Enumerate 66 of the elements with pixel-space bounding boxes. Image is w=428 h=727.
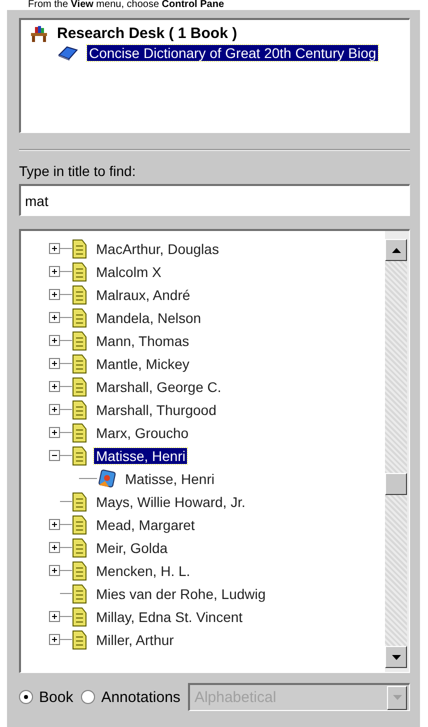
expand-icon[interactable] xyxy=(49,358,60,369)
tree-item[interactable]: Marshall, Thurgood xyxy=(94,402,218,418)
tree-item[interactable]: Malcolm X xyxy=(94,264,164,280)
expand-icon[interactable] xyxy=(49,289,60,300)
document-icon xyxy=(72,514,88,534)
tree-item[interactable]: Miller, Arthur xyxy=(94,632,176,648)
document-icon xyxy=(72,262,88,282)
tree-item[interactable]: Meir, Golda xyxy=(94,540,170,556)
expand-icon[interactable] xyxy=(49,312,60,323)
expand-icon[interactable] xyxy=(49,335,60,346)
document-icon xyxy=(72,376,88,396)
tree-item[interactable]: Mantle, Mickey xyxy=(94,356,192,372)
scroll-down-button[interactable] xyxy=(385,646,407,668)
document-icon xyxy=(72,422,88,442)
document-icon xyxy=(72,446,88,466)
tree-item[interactable]: Mandela, Nelson xyxy=(94,310,204,326)
tree-item[interactable]: Malraux, André xyxy=(94,286,192,302)
tree-item[interactable]: Millay, Edna St. Vincent xyxy=(94,608,245,624)
tree-item[interactable]: Mies van der Rohe, Ludwig xyxy=(94,586,268,602)
tree-item[interactable]: Marshall, George C. xyxy=(94,378,224,394)
document-icon xyxy=(72,538,88,558)
tree-item[interactable]: Matisse, Henri xyxy=(123,470,216,486)
book-item[interactable]: Concise Dictionary of Great 20th Century Biog xyxy=(87,44,378,60)
document-icon xyxy=(72,238,88,258)
document-icon xyxy=(72,630,88,650)
desk-title[interactable]: Research Desk ( 1 Book ) xyxy=(57,25,238,42)
search-field[interactable]: mat xyxy=(19,184,410,216)
scroll-thumb[interactable] xyxy=(385,473,407,495)
document-icon xyxy=(72,606,88,626)
expand-icon[interactable] xyxy=(49,542,60,553)
tree-item[interactable]: Mencken, H. L. xyxy=(94,562,192,578)
tree-item[interactable]: Matisse, Henri xyxy=(94,448,188,464)
view-radio[interactable]: Annotations xyxy=(81,688,180,706)
expand-icon[interactable] xyxy=(49,565,60,576)
document-icon xyxy=(72,308,88,328)
up-arrow-icon xyxy=(392,248,400,252)
instruction-text: From the View menu, choose Control Pane xyxy=(27,0,226,10)
book-icon xyxy=(57,44,79,60)
document-icon xyxy=(72,492,88,512)
document-icon xyxy=(72,330,88,350)
expand-icon[interactable] xyxy=(49,266,60,277)
caret-icon xyxy=(392,695,402,700)
expand-icon[interactable] xyxy=(49,243,60,254)
tree-item[interactable]: Mann, Thomas xyxy=(94,332,192,348)
tree-item[interactable]: Mead, Margaret xyxy=(94,516,197,532)
document-icon xyxy=(72,584,88,604)
expand-icon[interactable] xyxy=(49,404,60,415)
tree-item[interactable]: Mays, Willie Howard, Jr. xyxy=(94,494,248,510)
collapse-icon[interactable] xyxy=(49,450,60,461)
expand-icon[interactable] xyxy=(49,381,60,392)
document-icon xyxy=(72,560,88,580)
scroll-up-button[interactable] xyxy=(385,239,407,261)
document-icon xyxy=(72,354,88,374)
search-label: Type in title to find: xyxy=(19,163,137,179)
tree-item[interactable]: Marx, Groucho xyxy=(94,424,191,440)
desk-icon xyxy=(29,24,49,42)
down-arrow-icon xyxy=(392,654,400,660)
tree-item[interactable]: MacArthur, Douglas xyxy=(94,240,221,256)
expand-icon[interactable] xyxy=(49,519,60,530)
expand-icon[interactable] xyxy=(49,634,60,645)
document-icon xyxy=(72,400,88,420)
expand-icon[interactable] xyxy=(49,427,60,438)
expand-icon[interactable] xyxy=(49,611,60,622)
view-radio[interactable]: Book xyxy=(19,688,74,706)
document-icon xyxy=(72,284,88,304)
picture-icon xyxy=(97,468,117,488)
